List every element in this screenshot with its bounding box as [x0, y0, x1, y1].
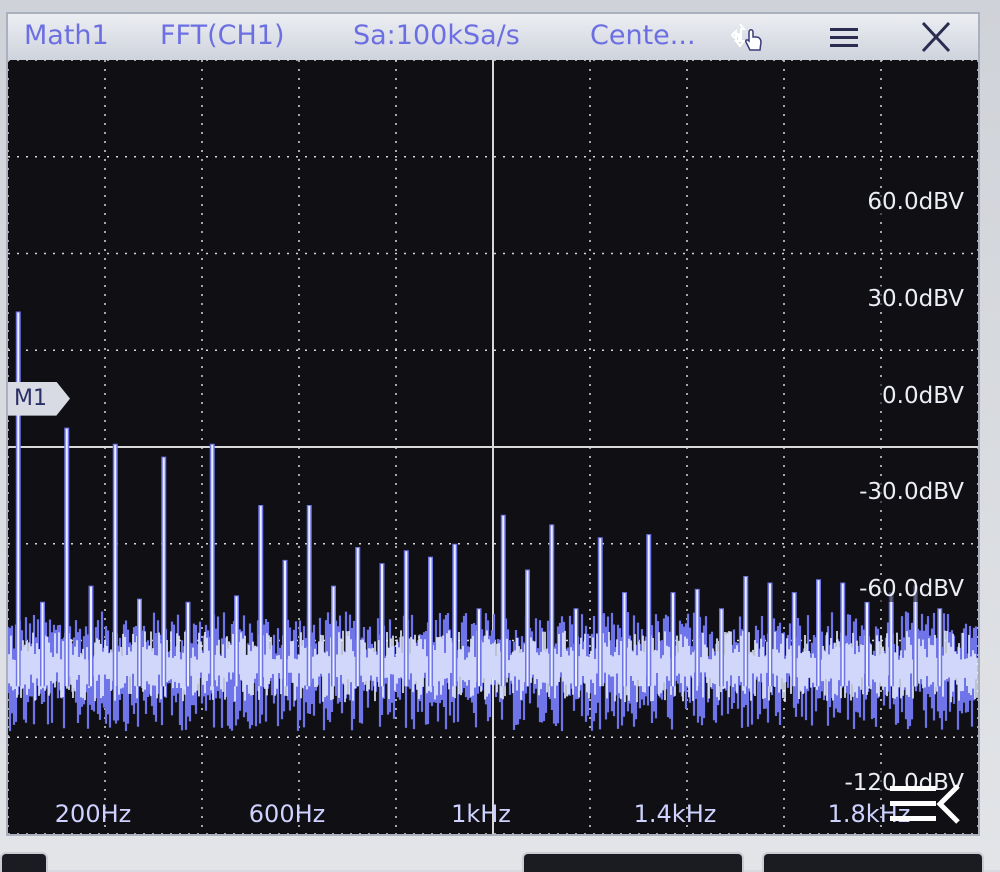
y-tick-label: 30.0dBV	[865, 285, 966, 312]
math-source-label[interactable]: Math1	[24, 20, 109, 51]
fft-harmonic-peaks	[15, 311, 943, 687]
y-tick-label: 60.0dBV	[865, 189, 966, 216]
plot-grid	[8, 60, 978, 834]
bottom-tab-left[interactable]	[0, 852, 48, 872]
bottom-tab-middle[interactable]	[522, 852, 744, 872]
fft-function-label[interactable]: FFT(CH1)	[160, 20, 284, 51]
sample-rate-label: Sa:100kSa/s	[353, 20, 520, 51]
center-frequency-label[interactable]: Cente...	[590, 20, 696, 51]
close-icon[interactable]	[918, 20, 954, 54]
bottom-tab-strip	[0, 852, 1000, 872]
y-tick-label: 0.0dBV	[880, 382, 966, 409]
y-tick-label: -60.0dBV	[857, 576, 966, 603]
x-tick-label: 200Hz	[54, 800, 132, 828]
fft-plot-area[interactable]: M1 60.0dBV 30.0dBV 0.0dBV -30.0dBV -60.0dBV -…	[8, 60, 978, 834]
hamburger-menu-icon[interactable]	[826, 20, 862, 54]
window-titlebar[interactable]: Math1 FFT(CH1) Sa:100kSa/s Cente...	[8, 14, 978, 60]
y-tick-label: -30.0dBV	[857, 479, 966, 506]
x-tick-label: 1kHz	[451, 800, 511, 828]
fft-plot-svg	[8, 60, 978, 834]
bottom-tab-right[interactable]	[762, 852, 984, 872]
x-tick-label: 600Hz	[248, 800, 326, 828]
panel-collapse-icon[interactable]	[888, 780, 964, 828]
x-tick-label: 1.4kHz	[633, 800, 717, 828]
math-fft-window[interactable]: Math1 FFT(CH1) Sa:100kSa/s Cente... M1 6…	[6, 12, 980, 836]
move-touch-icon[interactable]	[730, 20, 766, 54]
